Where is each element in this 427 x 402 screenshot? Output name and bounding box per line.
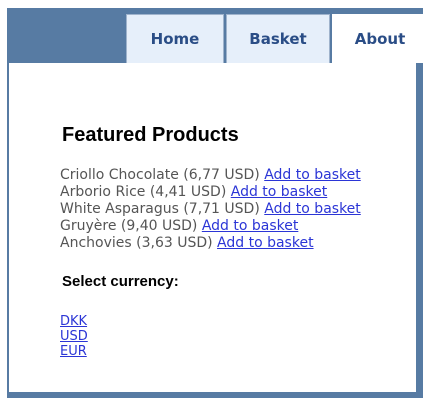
add-to-basket-link[interactable]: Add to basket — [202, 218, 299, 234]
product-name-price: Anchovies (3,63 USD) — [60, 235, 218, 251]
tab-home[interactable]: Home — [126, 14, 224, 63]
add-to-basket-link[interactable]: Add to basket — [231, 184, 328, 200]
product-item: White Asparagus (7,71 USD) Add to basket — [60, 201, 361, 218]
product-name-price: Arborio Rice (4,41 USD) — [60, 184, 231, 200]
app-frame: Home Basket About Featured Products Crio… — [7, 8, 427, 398]
add-to-basket-link[interactable]: Add to basket — [264, 167, 361, 183]
tab-basket[interactable]: Basket — [226, 14, 330, 63]
product-item: Anchovies (3,63 USD) Add to basket — [60, 235, 361, 252]
product-item: Gruyère (9,40 USD) Add to basket — [60, 218, 361, 235]
currency-link-eur[interactable]: EUR — [60, 344, 88, 359]
add-to-basket-link[interactable]: Add to basket — [217, 235, 314, 251]
currency-link-dkk[interactable]: DKK — [60, 314, 88, 329]
product-list: Criollo Chocolate (6,77 USD) Add to bask… — [60, 167, 361, 252]
page-title: Featured Products — [62, 124, 239, 146]
product-name-price: Criollo Chocolate (6,77 USD) — [60, 167, 265, 183]
product-name-price: White Asparagus (7,71 USD) — [60, 201, 265, 217]
main-content: Featured Products Criollo Chocolate (6,7… — [9, 63, 416, 392]
add-to-basket-link[interactable]: Add to basket — [264, 201, 361, 217]
currency-list: DKK USD EUR — [60, 314, 88, 359]
tab-about[interactable]: About — [332, 14, 427, 63]
product-name-price: Gruyère (9,40 USD) — [60, 218, 202, 234]
currency-heading: Select currency: — [62, 273, 179, 290]
currency-link-usd[interactable]: USD — [60, 329, 88, 344]
product-item: Criollo Chocolate (6,77 USD) Add to bask… — [60, 167, 361, 184]
page: Home Basket About Featured Products Crio… — [0, 0, 427, 402]
product-item: Arborio Rice (4,41 USD) Add to basket — [60, 184, 361, 201]
